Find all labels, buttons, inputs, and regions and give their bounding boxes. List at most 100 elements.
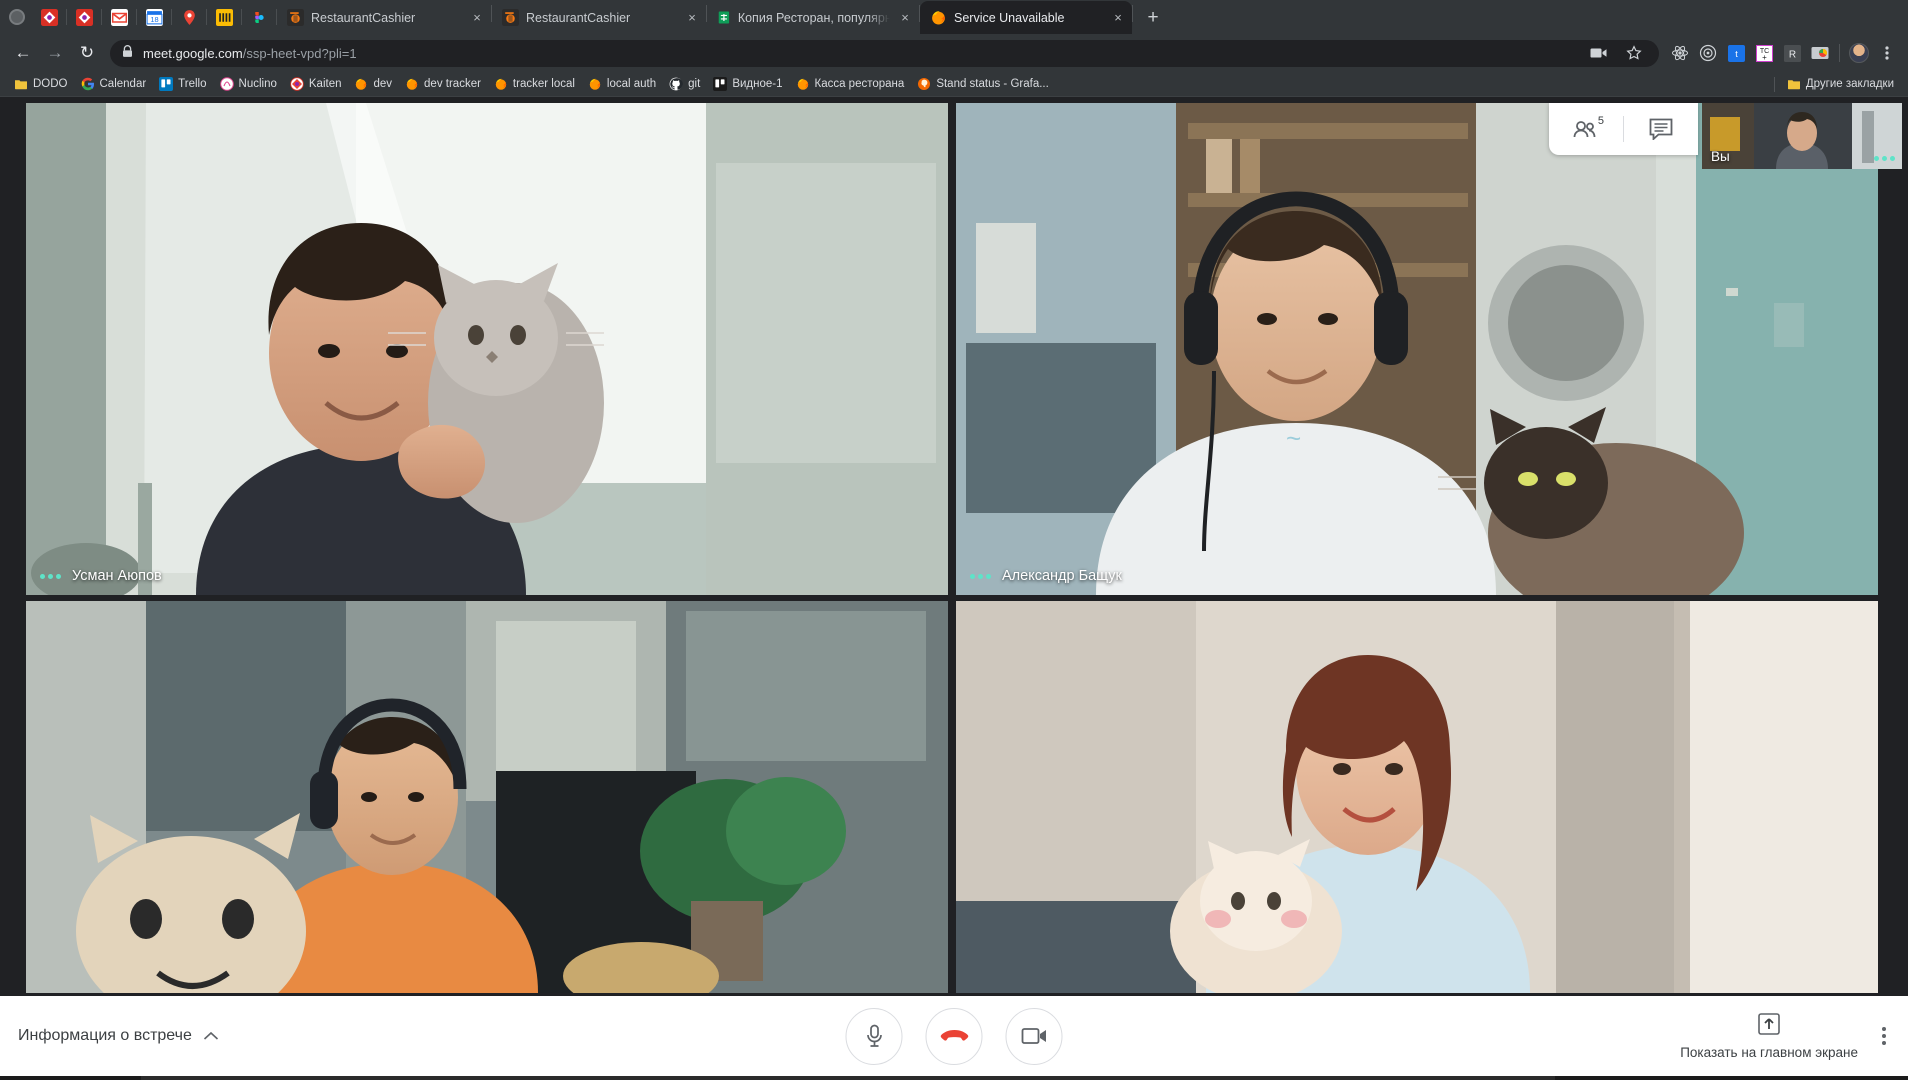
bookmark-label: Nuclino [238,78,277,90]
kebab-menu-icon[interactable] [1874,40,1900,66]
github-icon [669,77,683,91]
participant-tile-2[interactable]: ~ Александр Бащук [956,103,1878,595]
forward-button[interactable]: → [40,38,70,68]
bookmark-star-icon[interactable] [1621,40,1647,66]
dot [1882,1041,1886,1045]
reload-button[interactable]: ↻ [72,38,102,68]
tab-search-button[interactable] [2,0,32,34]
participant-tile-1[interactable]: Усман Аюпов [26,103,948,595]
taskbar-app-meet-chrome[interactable]: Meet – ssp-heet-v... [349,1076,509,1080]
svg-text:R: R [1788,49,1795,60]
pinned-tab-calendar[interactable]: 18 [137,0,171,34]
address-bar[interactable]: meet.google.com/ssp-heet-vpd?pli=1 [110,39,1659,67]
tab-strip: 18 RestaurantCashier × RestaurantCashier… [0,0,1908,34]
tab-close-button[interactable]: × [1110,10,1126,26]
bookmark-stand-status-grafana[interactable]: Stand status - Grafa... [911,74,1055,94]
participant-tile-4[interactable] [956,601,1878,993]
bookmark-tracker-local[interactable]: tracker local [488,74,581,94]
bookmarks-overflow: Другие закладки [1769,74,1900,94]
omnibox-actions [1585,40,1647,66]
bookmark-dev-tracker[interactable]: dev tracker [399,74,487,94]
extension-react-devtools-icon[interactable] [1667,40,1693,66]
browser-tab-restaurantcashier-1[interactable]: RestaurantCashier × [277,1,491,34]
end-call-button[interactable] [925,1007,983,1065]
participant-name-badge-2: Александр Бащук [970,568,1122,584]
bookmark-kaiten[interactable]: Kaiten [284,74,348,94]
self-mic-active-icon [1874,156,1895,161]
trello-icon [159,77,174,91]
start-button[interactable] [0,1076,52,1080]
pinned-tab-gmail[interactable] [102,0,136,34]
bookmark-dev[interactable]: dev [348,74,398,94]
extension-tc-icon[interactable]: TC + [1751,40,1777,66]
new-tab-button[interactable]: + [1139,3,1167,31]
chevron-up-icon [203,1029,219,1044]
taskbar-app-rider-dodo-deliverycashier[interactable]: Dodo.DeliveryCas... [1122,1076,1283,1080]
grafana-icon [918,78,931,90]
chat-button[interactable] [1624,103,1698,155]
taskbar-app-vscode-menucontroller[interactable]: menuController.t... [819,1076,971,1080]
taskbar-app-rider-dodo-united[interactable]: Dodo.United [C:\... [970,1076,1123,1080]
bookmark-vidnoe-1[interactable]: Видное-1 [707,74,788,94]
bookmark-kassa-restorana[interactable]: Касса ресторана [790,74,911,94]
taskbar-app-vscode-menu-tsx[interactable]: Menu.tsx - restau... [663,1076,820,1080]
extension-target-icon[interactable] [1695,40,1721,66]
avatar[interactable] [1846,40,1872,66]
participant-tile-3[interactable] [26,601,948,993]
svg-text:18: 18 [150,14,158,23]
pinned-tab-app[interactable] [207,0,241,34]
present-screen-button[interactable]: Показать на главном экране [1680,1012,1858,1060]
meeting-info-label: Информация о встрече [18,1027,192,1044]
taskbar-app-telegram[interactable]: 58 Telegram (58) [1428,1076,1555,1080]
taskbar-app-slack[interactable]: Slack | infrastruct... [508,1076,664,1080]
bookmark-nuclino[interactable]: Nuclino [214,74,283,94]
participant-name-badge-1: Усман Аюпов [40,568,162,584]
task-view-button[interactable] [52,1076,96,1080]
taskbar-app-mail[interactable]: 4 [96,1076,141,1080]
meet-top-panel: 5 [1549,103,1698,155]
pinned-tab-figma[interactable] [242,0,276,34]
bookmarks-separator [1773,76,1775,92]
camera-button[interactable] [1005,1007,1063,1065]
more-options-button[interactable] [1874,1017,1894,1055]
extension-r-icon[interactable]: R [1779,40,1805,66]
video-capture-icon[interactable] [1585,40,1611,66]
microphone-button[interactable] [845,1007,903,1065]
meet-video-stage: Усман Аюпов ~ Александр Бащук 5 Вы [0,97,1908,996]
taskbar-app-sublime[interactable]: untitled • - Subli... [1282,1076,1429,1080]
extension-chrome-cast-icon[interactable] [1807,40,1833,66]
url-text: meet.google.com/ssp-heet-vpd?pli=1 [143,46,357,61]
avatar-image [1849,43,1869,63]
bookmark-git[interactable]: git [663,74,706,94]
bookmark-trello[interactable]: Trello [153,74,212,94]
meet-call-controls [845,1007,1063,1065]
browser-tab-restaurantcashier-2[interactable]: RestaurantCashier × [492,1,706,34]
back-button[interactable]: ← [8,38,38,68]
other-bookmarks-folder[interactable]: Другие закладки [1781,74,1900,94]
browser-tab-service-unavailable[interactable]: Service Unavailable × [920,1,1132,34]
jetbrains-icon [287,9,304,26]
pinned-tab-location[interactable] [172,0,206,34]
trello-icon [713,77,728,91]
firefox-icon [495,78,507,90]
pinned-tab-kaiten-1[interactable] [32,0,66,34]
present-screen-label: Показать на главном экране [1680,1044,1858,1060]
bookmark-local-auth[interactable]: local auth [582,74,662,94]
self-view-tile[interactable]: Вы [1702,103,1902,169]
participant-video-4 [956,601,1878,993]
toolbar-separator [1839,44,1840,62]
pinned-tab-kaiten-2[interactable] [67,0,101,34]
tab-close-button[interactable]: × [897,10,913,26]
participants-button[interactable]: 5 [1549,103,1623,155]
present-screen-icon [1758,1012,1780,1038]
bookmark-dodo[interactable]: DODO [8,74,74,94]
browser-tab-kopiya-restoran[interactable]: Копия Ресторан, популярные пр × [707,1,919,34]
tab-close-button[interactable]: × [469,10,485,26]
taskbar-app-images[interactable]: images [260,1076,350,1080]
taskbar-app-file-explorer[interactable]: File Explorer [141,1076,261,1080]
meeting-info-button[interactable]: Информация о встрече [18,1027,219,1045]
extension-translate-icon[interactable]: t [1723,40,1749,66]
folder-icon [15,80,27,90]
bookmark-calendar[interactable]: Calendar [75,74,153,94]
tab-close-button[interactable]: × [684,10,700,26]
